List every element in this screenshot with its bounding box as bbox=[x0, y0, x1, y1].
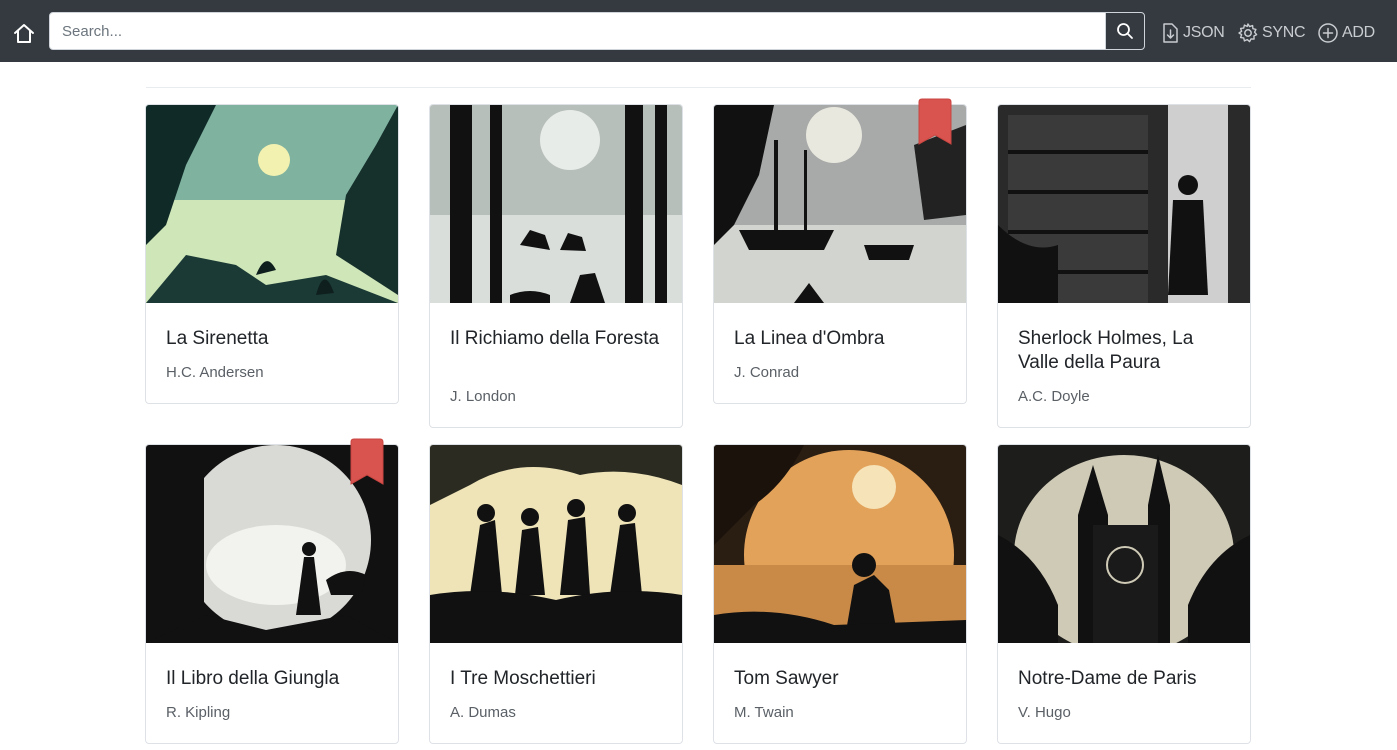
book-card[interactable]: Il Richiamo della Foresta J. London bbox=[429, 104, 683, 428]
book-cover-image bbox=[998, 445, 1250, 643]
sync-button[interactable]: SYNC bbox=[1237, 21, 1306, 45]
search-button[interactable] bbox=[1105, 12, 1145, 50]
search-group bbox=[49, 12, 1145, 50]
book-author: A. Dumas bbox=[450, 704, 516, 721]
book-card[interactable]: Tom Sawyer M. Twain bbox=[713, 444, 967, 744]
divider bbox=[146, 87, 1251, 88]
add-button[interactable]: ADD bbox=[1317, 21, 1375, 45]
book-card[interactable]: La Linea d'Ombra J. Conrad bbox=[713, 98, 967, 404]
book-author: M. Twain bbox=[734, 704, 794, 721]
bookmark-icon[interactable] bbox=[918, 98, 952, 145]
book-author: A.C. Doyle bbox=[1018, 388, 1090, 405]
home-icon[interactable] bbox=[11, 21, 37, 47]
plus-circle-icon bbox=[1318, 23, 1338, 43]
json-button[interactable]: JSON bbox=[1160, 21, 1225, 45]
book-title: Tom Sawyer bbox=[734, 668, 839, 689]
sync-label: SYNC bbox=[1262, 24, 1306, 41]
book-card[interactable]: Il Libro della Giungla R. Kipling bbox=[145, 438, 399, 744]
book-card[interactable]: I Tre Moschettieri A. Dumas bbox=[429, 444, 683, 744]
navbar: JSON SYNC ADD bbox=[0, 0, 1397, 62]
book-cover-image bbox=[146, 105, 398, 303]
book-cover-image bbox=[998, 105, 1250, 303]
gear-icon bbox=[1238, 23, 1258, 43]
search-input[interactable] bbox=[49, 12, 1106, 50]
bookmark-icon[interactable] bbox=[350, 438, 384, 485]
book-author: V. Hugo bbox=[1018, 704, 1071, 721]
book-author: J. Conrad bbox=[734, 364, 800, 381]
book-title: I Tre Moschettieri bbox=[450, 668, 596, 689]
book-title: Il Libro della Giungla bbox=[166, 668, 340, 689]
book-author: H.C. Andersen bbox=[166, 364, 264, 381]
book-title: La Sirenetta bbox=[166, 328, 269, 349]
json-label: JSON bbox=[1183, 24, 1225, 41]
book-cover-image bbox=[714, 445, 966, 643]
book-author: J. London bbox=[450, 388, 516, 405]
book-card[interactable]: La Sirenetta H.C. Andersen bbox=[145, 104, 399, 404]
add-label: ADD bbox=[1342, 24, 1375, 41]
book-title: Il Richiamo della Foresta bbox=[450, 328, 660, 349]
book-cover-image bbox=[430, 105, 682, 303]
book-card[interactable]: Sherlock Holmes, La Valle della Paura A.… bbox=[997, 104, 1251, 428]
book-title: La Linea d'Ombra bbox=[734, 328, 885, 349]
book-title: Sherlock Holmes, La Valle della Paura bbox=[1018, 328, 1194, 373]
file-download-icon bbox=[1163, 23, 1178, 43]
search-icon bbox=[1117, 23, 1133, 39]
book-title: Notre-Dame de Paris bbox=[1018, 668, 1197, 689]
book-cover-image bbox=[430, 445, 682, 643]
book-author: R. Kipling bbox=[166, 704, 231, 721]
book-card[interactable]: Notre-Dame de Paris V. Hugo bbox=[997, 444, 1251, 744]
